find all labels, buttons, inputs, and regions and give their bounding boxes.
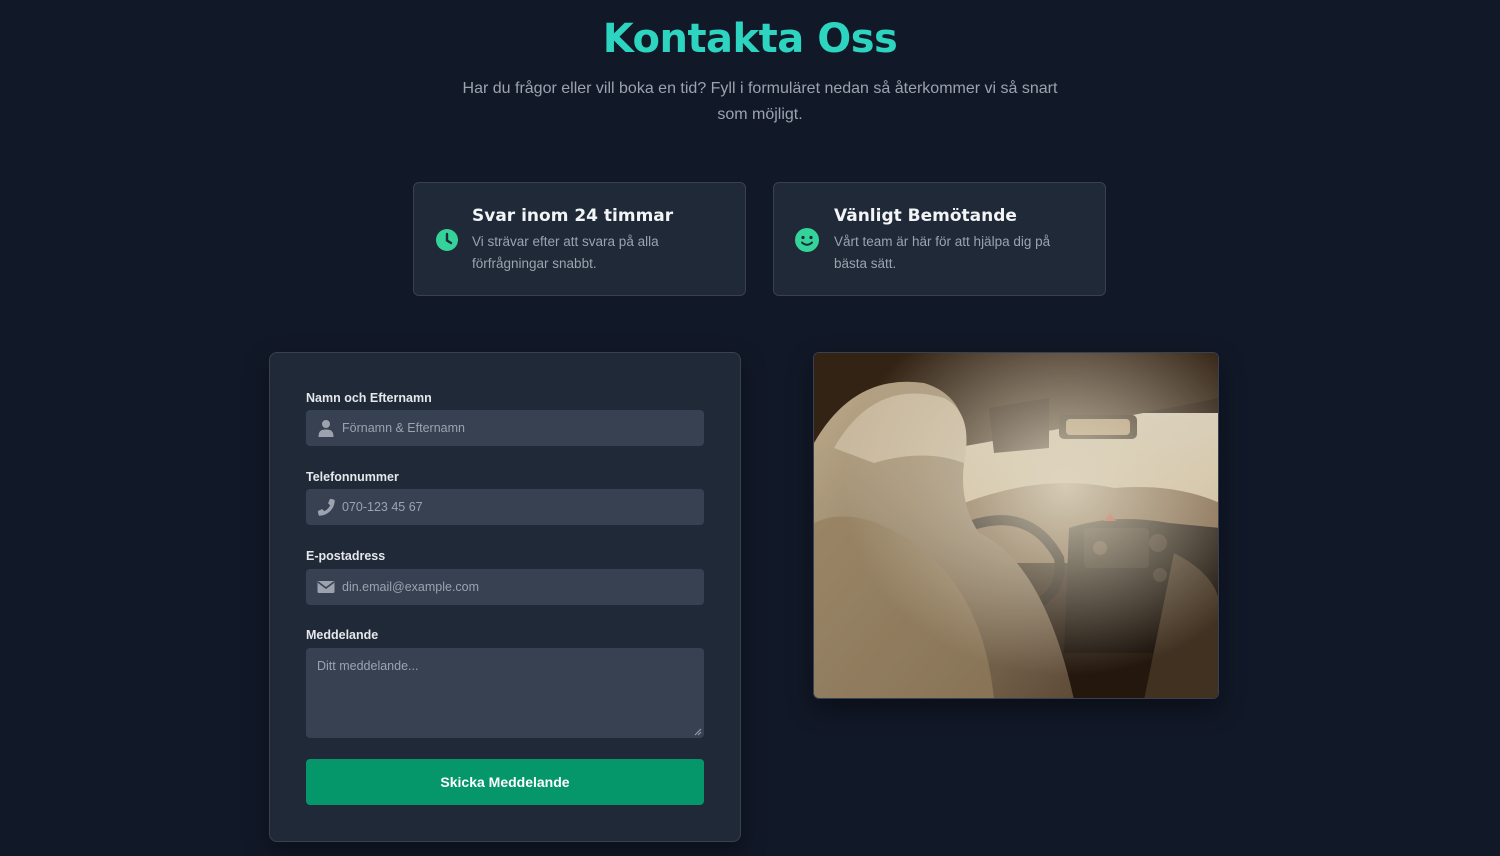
message-label: Meddelande <box>306 628 379 642</box>
page-subtitle: Har du frågor eller vill boka en tid? Fy… <box>462 80 1058 123</box>
submit-button[interactable]: Skicka Meddelande <box>306 759 704 805</box>
contact-page: Kontakta Oss Har du frågor eller vill bo… <box>0 0 1500 856</box>
page-title: Kontakta Oss <box>602 16 898 62</box>
contact-form: Namn och Efternamn Telefonnummer E-posta… <box>269 352 741 842</box>
feature-description: Vårt team är här för att hjälpa dig på b… <box>834 234 1051 271</box>
message-field[interactable] <box>306 648 704 738</box>
feature-description: Vi strävar efter att svara på alla förfr… <box>472 234 659 271</box>
feature-title: Svar inom 24 timmar <box>472 206 674 226</box>
email-field[interactable] <box>306 569 704 605</box>
phone-label: Telefonnummer <box>306 470 399 484</box>
smiley-icon <box>795 228 819 252</box>
name-field[interactable] <box>306 410 704 446</box>
name-label: Namn och Efternamn <box>306 391 432 405</box>
phone-field[interactable] <box>306 489 704 525</box>
feature-card-response-time: Svar inom 24 timmar Vi strävar efter att… <box>413 182 746 296</box>
message-textarea[interactable] <box>306 648 704 738</box>
user-icon <box>318 420 334 437</box>
car-interior-image <box>814 353 1218 698</box>
email-label: E-postadress <box>306 549 386 563</box>
clock-icon <box>436 229 458 251</box>
envelope-icon <box>317 581 335 593</box>
driver-photo <box>813 352 1219 699</box>
resize-handle-icon[interactable] <box>694 728 702 736</box>
phone-input[interactable] <box>342 489 697 525</box>
feature-title: Vänligt Bemötande <box>834 206 1017 226</box>
phone-icon <box>317 498 335 516</box>
feature-card-friendly-service: Vänligt Bemötande Vårt team är här för a… <box>773 182 1106 296</box>
email-input[interactable] <box>342 569 697 605</box>
name-input[interactable] <box>342 410 697 446</box>
